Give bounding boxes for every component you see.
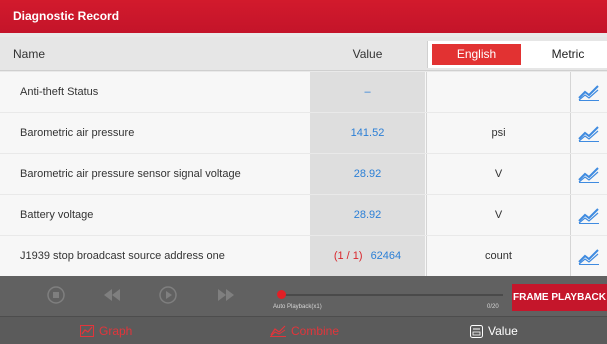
parameter-value-cell: (1 / 1) 62464 [310, 236, 425, 276]
parameter-name: Anti-theft Status [20, 86, 99, 98]
table-row: Anti-theft Status – [0, 72, 607, 112]
unit-toggle: English Metric [427, 41, 607, 68]
fast-forward-icon[interactable] [216, 285, 236, 305]
tab-value[interactable]: Value [470, 317, 518, 344]
frame-counter: (1 / 1) [333, 250, 363, 262]
playback-mode: Auto Playback(x1) [273, 304, 322, 310]
parameter-name: J1939 stop broadcast source address one [20, 250, 225, 262]
parameter-unit: count [426, 236, 570, 276]
tab-combine[interactable]: Combine [270, 317, 339, 344]
parameter-value: – [310, 72, 425, 112]
name-column-header: Name [13, 47, 46, 61]
table-row: Battery voltage 28.92 V [0, 195, 607, 235]
value-icon [470, 324, 483, 338]
parameter-unit: V [426, 154, 570, 194]
parameter-unit: psi [426, 113, 570, 153]
trend-chart-icon[interactable] [570, 154, 607, 194]
tab-combine-label: Combine [291, 324, 340, 338]
graph-icon [80, 325, 94, 337]
trend-chart-icon[interactable] [570, 195, 607, 235]
tab-graph-label: Graph [99, 324, 133, 338]
view-tabs: Graph Combine Value [0, 316, 607, 344]
value-column-header: Value [352, 47, 383, 61]
parameter-name: Barometric air pressure sensor signal vo… [20, 168, 241, 180]
frame-position: 0/20 [487, 304, 499, 310]
parameter-name: Barometric air pressure [20, 127, 135, 139]
table-row: Barometric air pressure 141.52 psi [0, 113, 607, 153]
parameter-value: 141.52 [310, 113, 425, 153]
tab-graph[interactable]: Graph [80, 317, 132, 344]
table-header: Name Value English Metric [0, 37, 607, 71]
table-row: Barometric air pressure sensor signal vo… [0, 154, 607, 194]
english-unit-button[interactable]: English [432, 44, 521, 65]
trend-chart-icon[interactable] [570, 113, 607, 153]
frame-playback-button[interactable]: FRAME PLAYBACK [512, 284, 607, 311]
playback-progress-handle[interactable] [277, 290, 286, 299]
trend-chart-icon[interactable] [570, 236, 607, 276]
parameter-unit: V [426, 195, 570, 235]
parameter-value: 28.92 [310, 195, 425, 235]
window-title: Diagnostic Record [0, 0, 607, 33]
stop-icon[interactable] [46, 285, 66, 305]
data-stream-list: Anti-theft Status – Barometric air press… [0, 72, 607, 277]
trend-chart-icon[interactable] [570, 72, 607, 112]
parameter-unit [426, 72, 570, 112]
metric-unit-button[interactable]: Metric [528, 44, 607, 65]
table-row: J1939 stop broadcast source address one … [0, 236, 607, 276]
play-icon[interactable] [158, 285, 178, 305]
parameter-name: Battery voltage [20, 209, 94, 221]
playback-progress-track[interactable] [281, 294, 503, 296]
combine-icon [270, 325, 286, 337]
rewind-icon[interactable] [102, 285, 122, 305]
parameter-value: 28.92 [310, 154, 425, 194]
tab-value-label: Value [488, 324, 518, 338]
parameter-value: 62464 [370, 250, 402, 262]
